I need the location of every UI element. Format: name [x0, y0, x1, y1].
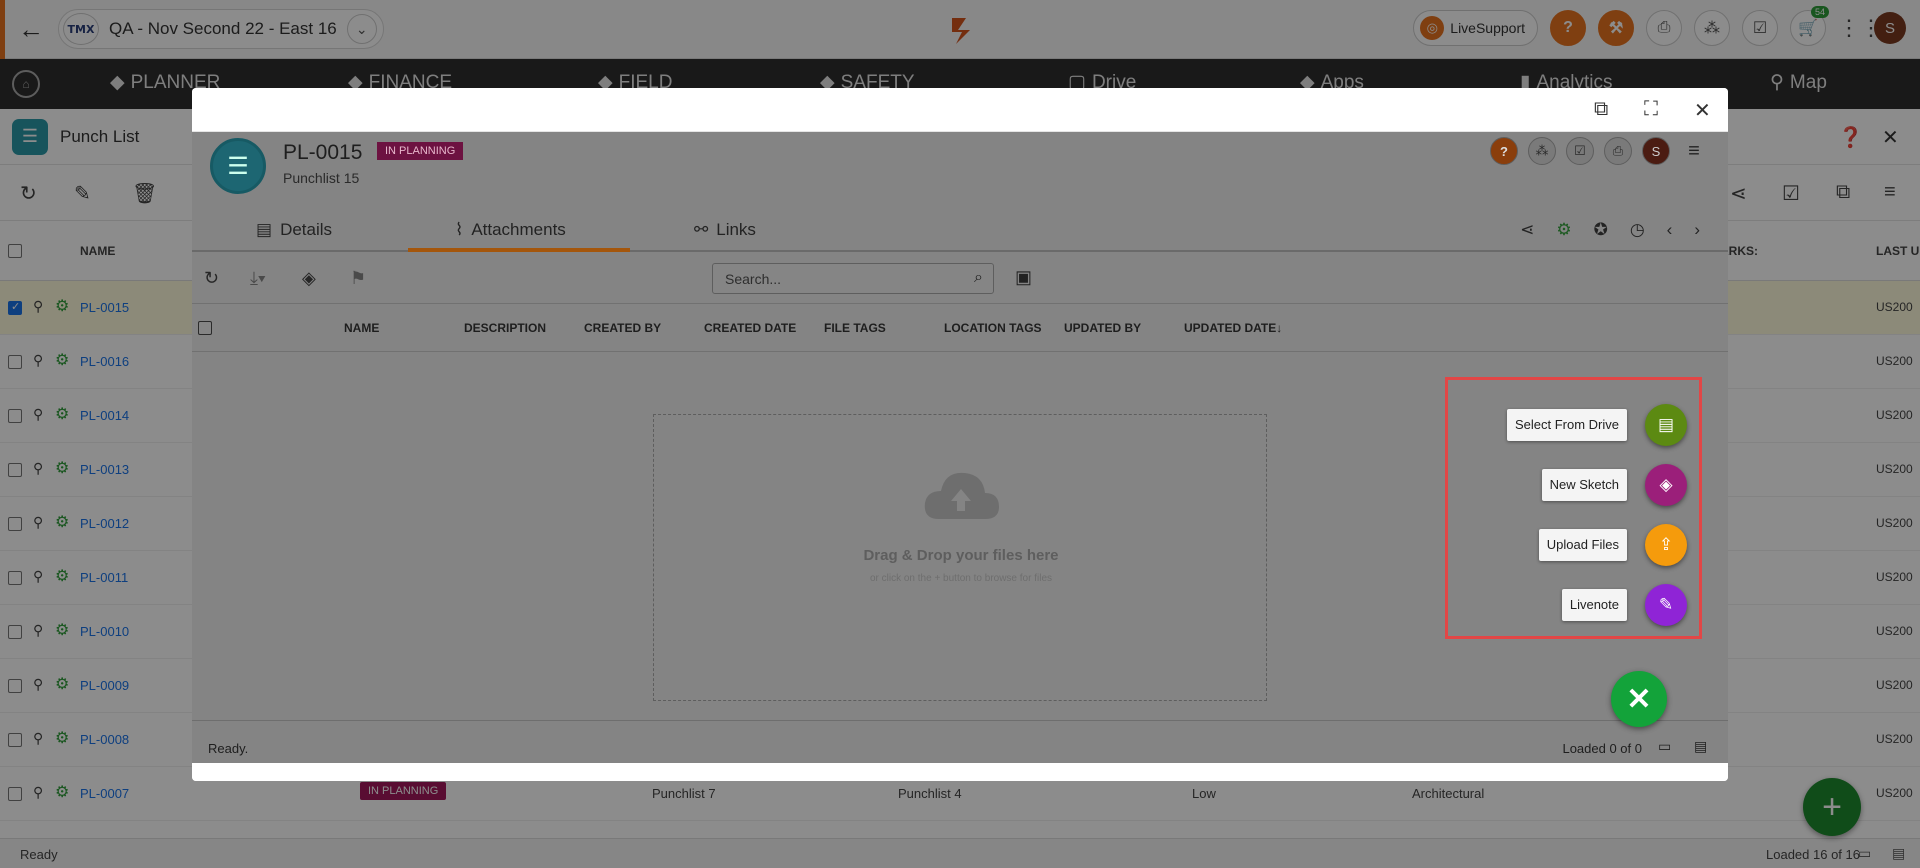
close-icon[interactable]: ✕ [1694, 98, 1711, 123]
tab-details[interactable]: ▤ Details [256, 220, 332, 240]
select-all-checkbox[interactable] [198, 321, 212, 335]
tab-links[interactable]: ⚯ Links [694, 220, 756, 240]
tab-attachments[interactable]: ⌇ Attachments [455, 220, 566, 240]
livenote-label[interactable]: Livenote [1561, 589, 1627, 621]
speed-dial-upload-files[interactable]: Upload Files ⇪ [1538, 524, 1687, 566]
paperclip-icon: ⌇ [455, 220, 464, 239]
dropzone-subtitle: or click on the + button to browse for f… [869, 573, 1053, 584]
attachments-toolbar: ↻ ⤓▾ ◈ ⚑ ⌕ ▣ [192, 254, 1728, 304]
modal-status: Ready. [208, 741, 249, 756]
column-created-date[interactable]: CREATED DATE [704, 321, 796, 335]
upload-files-label[interactable]: Upload Files [1538, 529, 1627, 561]
favorite-star-icon[interactable]: ✪ [1594, 220, 1608, 240]
next-record-icon[interactable]: › [1694, 220, 1700, 240]
modal-loaded: Loaded 0 of 0 [1562, 741, 1642, 756]
status-badge: IN PLANNING [377, 142, 464, 160]
tab-details-label: Details [280, 220, 333, 239]
download-icon[interactable]: ⤓▾ [250, 268, 266, 289]
search-input[interactable] [713, 264, 953, 293]
cloud-upload-icon [924, 472, 999, 519]
column-updated-date[interactable]: UPDATED DATE↓ [1184, 321, 1282, 335]
new-sketch-label[interactable]: New Sketch [1541, 469, 1627, 501]
cart-icon[interactable]: ⎙ [1604, 137, 1632, 165]
tab-links-label: Links [716, 220, 756, 239]
team-icon[interactable]: ⁂ [1528, 137, 1556, 165]
modal-title-bar: ⧉ ⛶ ✕ [192, 88, 1728, 132]
sketch-icon[interactable]: ◈ [1645, 464, 1687, 506]
column-location-tags[interactable]: LOCATION TAGS [944, 321, 1042, 335]
punch-list-icon: ☰ [210, 138, 266, 194]
record-tabs: ▤ Details ⌇ Attachments ⚯ Links ⋖ ⚙ ✪ ◷ … [192, 208, 1728, 252]
settings-gear-icon[interactable]: ⚙ [1556, 220, 1571, 240]
column-created-by[interactable]: CREATED BY [584, 321, 661, 335]
tab-attachments-label: Attachments [471, 220, 566, 239]
select-from-drive-label[interactable]: Select From Drive [1506, 409, 1627, 441]
column-updated-by[interactable]: UPDATED BY [1064, 321, 1141, 335]
speed-dial-menu: Select From Drive ▤ New Sketch ◈ Upload … [1445, 377, 1702, 639]
active-tab-indicator [408, 248, 630, 252]
speed-dial-new-sketch[interactable]: New Sketch ◈ [1541, 464, 1687, 506]
link-icon: ⚯ [694, 220, 709, 239]
drive-file-icon[interactable]: ▤ [1645, 404, 1687, 446]
share-icon[interactable]: ⋖ [1520, 220, 1534, 240]
menu-icon[interactable]: ≡ [1680, 137, 1708, 165]
user-avatar[interactable]: S [1642, 137, 1670, 165]
image-view-icon[interactable]: ▣ [1015, 267, 1032, 288]
details-icon: ▤ [256, 220, 273, 239]
column-file-tags[interactable]: FILE TAGS [824, 321, 886, 335]
modal-bottom-edge [192, 763, 1728, 781]
fullscreen-icon[interactable]: ⛶ [1644, 98, 1658, 121]
help-icon[interactable]: ? [1490, 137, 1518, 165]
livenote-icon[interactable]: ✎ [1645, 584, 1687, 626]
checklist-icon[interactable]: ☑ [1566, 137, 1594, 165]
timer-icon[interactable]: ◷ [1630, 220, 1645, 240]
attachments-table-header: NAME DESCRIPTION CREATED BY CREATED DATE… [192, 304, 1728, 352]
refresh-icon[interactable]: ↻ [204, 268, 219, 289]
tag-icon[interactable]: ◈ [302, 268, 316, 289]
previous-record-icon[interactable]: ‹ [1667, 220, 1673, 240]
column-name[interactable]: NAME [344, 321, 379, 335]
column-description[interactable]: DESCRIPTION [464, 321, 546, 335]
upload-file-icon[interactable]: ⇪ [1645, 524, 1687, 566]
close-speed-dial-button[interactable]: ✕ [1611, 671, 1667, 727]
chat-icon[interactable]: ▤ [1694, 738, 1707, 755]
record-header: ☰ PL-0015 IN PLANNING Punchlist 15 ? ⁂ ☑… [192, 132, 1728, 208]
open-external-icon[interactable]: ⧉ [1594, 98, 1608, 121]
flag-icon[interactable]: ⚑ [350, 268, 366, 289]
speed-dial-livenote[interactable]: Livenote ✎ [1561, 584, 1687, 626]
record-code: PL-0015 [283, 141, 363, 164]
search-icon[interactable]: ⌕ [974, 269, 983, 287]
record-name: Punchlist 15 [283, 170, 360, 186]
dropzone-title: Drag & Drop your files here [863, 547, 1059, 564]
file-dropzone[interactable]: Drag & Drop your files here or click on … [653, 414, 1267, 701]
screen-icon[interactable]: ▭ [1658, 738, 1671, 755]
speed-dial-select-from-drive[interactable]: Select From Drive ▤ [1506, 404, 1687, 446]
modal-status-bar: Ready. Loaded 0 of 0 ▭ ▤ [192, 720, 1728, 763]
search-box: ⌕ [712, 263, 994, 294]
